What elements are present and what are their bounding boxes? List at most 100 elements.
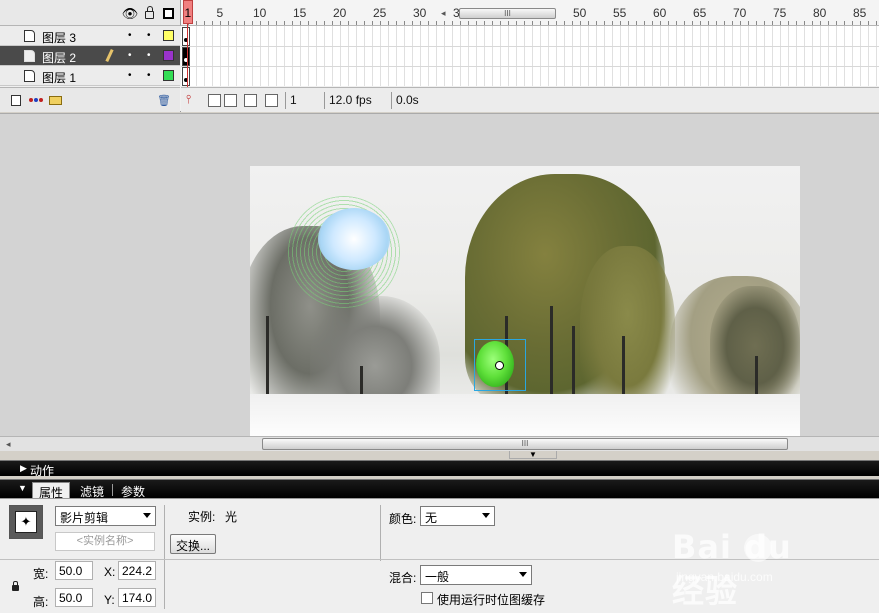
frame-tick [356,21,357,25]
layer-name[interactable]: 图层 1 [42,69,76,86]
add-motion-guide-icon[interactable] [28,94,44,106]
frame-tick [588,21,589,25]
x-field[interactable]: 224.2 [118,561,156,580]
frame-tick [508,21,509,25]
add-layer-icon[interactable] [8,94,23,106]
layer-name[interactable]: 图层 3 [42,29,76,46]
scroll-left-arrow[interactable]: ◂ [441,8,446,19]
frame-tick [700,21,701,25]
frame-tick [284,21,285,25]
layer-name[interactable]: 图层 2 [42,49,76,66]
frame-tick [364,21,365,25]
expand-arrow-icon[interactable]: ▶ [20,463,27,474]
frame-tick [204,21,205,25]
frame-tick [860,21,861,25]
light-core[interactable] [318,208,390,270]
pencil-icon [105,48,114,63]
edit-multiple-frames-icon[interactable] [244,94,257,107]
swap-button[interactable]: 交换... [170,534,217,554]
tab-parameters[interactable]: 参数 [115,482,151,499]
lock-dot[interactable]: • [147,51,151,61]
frame-tick [332,21,333,25]
layer-toolbar: 🗑 [0,87,180,112]
registration-point[interactable] [495,361,504,370]
eye-icon[interactable]: 👁 [122,6,139,20]
chevron-down-icon [482,513,490,518]
keyframe-layer-1[interactable] [182,67,190,86]
center-frame-icon[interactable]: ⫯ [186,92,199,106]
scroll-thumb[interactable]: III [262,438,788,450]
willow-tree [580,246,675,416]
frame-tick [756,21,757,25]
work-area: ◂ III [0,113,879,451]
keyframe-layer-3[interactable] [182,27,190,46]
frame-grid[interactable] [181,26,879,86]
frame-tick [636,21,637,25]
frame-tick [836,21,837,25]
frame-tick [276,21,277,25]
lock-dot[interactable]: • [147,31,151,41]
layer-outline-color[interactable] [163,50,174,61]
stage-scrollbar[interactable]: ◂ III [0,436,879,451]
trash-icon[interactable]: 🗑 [157,94,171,107]
color-effect-dropdown[interactable]: 无 [420,506,495,526]
symbol-type-dropdown[interactable]: 影片剪辑 [55,506,156,526]
frame-tick [748,21,749,25]
frame-tick [764,21,765,25]
y-label: Y: [104,593,115,607]
add-folder-icon[interactable] [47,94,63,106]
frame-tick [500,21,501,25]
frame-tick [556,21,557,25]
scroll-thumb[interactable]: III [459,8,556,19]
visibility-dot[interactable]: • [128,51,132,61]
height-field[interactable]: 50.0 [55,588,93,607]
layer-outline-color[interactable] [163,70,174,81]
frame-rate[interactable]: 12.0 fps [324,92,384,109]
frame-tick [844,21,845,25]
width-field[interactable]: 50.0 [55,561,93,580]
bitmap-cache-label[interactable]: 使用运行时位图缓存 [437,591,545,608]
stage[interactable] [250,166,800,436]
layer-outline-color[interactable] [163,30,174,41]
frame-tick [252,21,253,25]
layer-row-3[interactable]: 图层 3 • • [0,26,180,46]
collapse-arrow-icon[interactable]: ▼ [18,483,27,493]
elapsed-time: 0.0s [391,92,431,109]
frame-number-label: 1 [184,6,192,20]
collapse-panel-arrow[interactable]: ▼ [509,450,557,459]
lock-dot[interactable]: • [147,71,151,81]
frame-tick [492,21,493,25]
frame-tick [724,21,725,25]
lock-icon[interactable] [142,6,156,20]
frame-number-label: 15 [293,6,307,20]
layer-row-1[interactable]: 图层 1 • • [0,66,180,86]
constrain-lock-icon[interactable] [12,581,19,591]
timeline-scrollbar[interactable]: ◂ III [441,8,869,19]
blend-mode-dropdown[interactable]: 一般 [420,565,532,585]
layer-icon [24,30,35,42]
actions-panel-header[interactable]: ▶ 动作 [0,460,879,479]
frame-tick [196,21,197,25]
actions-label[interactable]: 动作 [30,462,54,479]
frame-tick [788,21,789,25]
visibility-dot[interactable]: • [128,31,132,41]
keyframe-layer-2[interactable] [182,47,190,66]
onion-skin-outline-icon[interactable] [224,94,237,107]
instance-name-input[interactable]: <实例名称> [55,532,155,551]
frame-number-label: 30 [413,6,427,20]
onion-skin-icon[interactable] [208,94,221,107]
tab-filters[interactable]: 滤镜 [74,482,110,499]
outline-icon[interactable] [161,6,175,20]
visibility-dot[interactable]: • [128,71,132,81]
frame-tick [852,21,853,25]
scroll-left-arrow[interactable]: ◂ [6,439,11,450]
frame-tick [228,21,229,25]
tab-properties[interactable]: 属性 [32,482,71,500]
frame-tick [244,21,245,25]
frame-tick [732,21,733,25]
y-field[interactable]: 174.0 [118,588,156,607]
modify-markers-icon[interactable] [265,94,278,107]
frame-tick [620,21,621,25]
bitmap-cache-checkbox[interactable] [421,592,433,604]
layer-row-2[interactable]: 图层 2 • • [0,46,180,66]
